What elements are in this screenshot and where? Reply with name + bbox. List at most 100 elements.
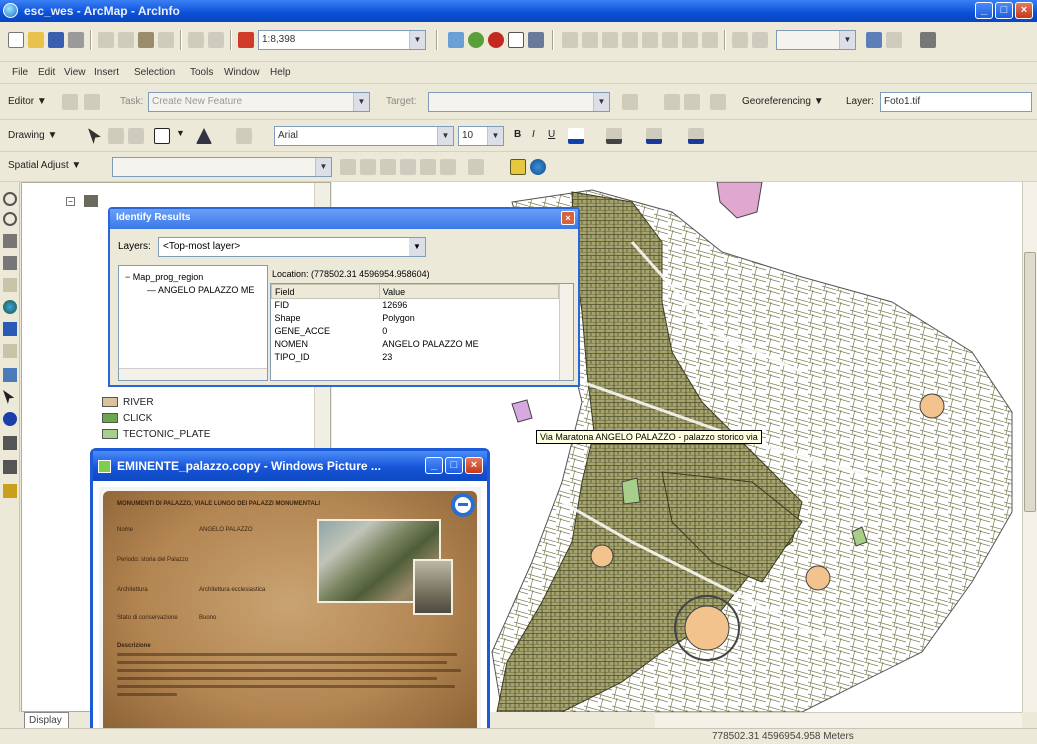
- text-tool-icon[interactable]: [236, 128, 252, 144]
- hyperlink-minimize-button[interactable]: _: [425, 457, 443, 474]
- line-color-icon[interactable]: [646, 128, 662, 144]
- fill-color-icon[interactable]: [606, 128, 622, 144]
- georeferencing-menu[interactable]: Georeferencing ▼: [742, 96, 824, 107]
- next-extent-icon[interactable]: [3, 344, 17, 358]
- undo-icon[interactable]: [188, 32, 204, 48]
- adjust-tool-c-icon[interactable]: [380, 159, 396, 175]
- full-extent-icon[interactable]: [3, 300, 17, 314]
- hyperlink-maximize-button[interactable]: □: [445, 457, 463, 474]
- table-row[interactable]: TIPO_ID 23: [272, 351, 559, 364]
- select-features-icon[interactable]: [3, 368, 17, 382]
- add-data-icon[interactable]: [238, 32, 254, 48]
- arccatalog-icon[interactable]: [488, 32, 504, 48]
- toolbar-tool-g-icon[interactable]: [682, 32, 698, 48]
- adjust-tool-h-icon[interactable]: [510, 159, 526, 175]
- adjust-tool-b-icon[interactable]: [360, 159, 376, 175]
- font-size-combo[interactable]: 10 ▼: [458, 126, 504, 146]
- toolbar-tool-a-icon[interactable]: [562, 32, 578, 48]
- menu-selection[interactable]: Selection: [134, 67, 175, 78]
- copy-icon[interactable]: [118, 32, 134, 48]
- toolbar-tool-j-icon[interactable]: [752, 32, 768, 48]
- identify-layers-combo[interactable]: <Top-most layer> ▼: [158, 237, 426, 257]
- fixed-zoom-out-icon[interactable]: [3, 256, 17, 270]
- find-icon[interactable]: [3, 436, 17, 450]
- menu-view[interactable]: View: [64, 67, 86, 78]
- grid-vertical-scrollbar[interactable]: [559, 284, 573, 380]
- column-header-value[interactable]: Value: [378, 284, 560, 299]
- italic-button[interactable]: I: [532, 129, 535, 140]
- map-scale-combo[interactable]: 1:8,398 ▼: [258, 30, 426, 50]
- close-button[interactable]: ×: [1015, 2, 1033, 19]
- adjust-tool-a-icon[interactable]: [340, 159, 356, 175]
- fixed-zoom-in-icon[interactable]: [3, 234, 17, 248]
- select-elements-tool-icon[interactable]: [3, 390, 15, 404]
- georef-layer-combo[interactable]: Foto1.tif: [880, 92, 1032, 112]
- adjust-tool-f-icon[interactable]: [440, 159, 456, 175]
- select-elements-icon[interactable]: [88, 128, 101, 144]
- hyperlink-icon[interactable]: [3, 484, 17, 498]
- tree-node-layer[interactable]: − Map_prog_region: [125, 272, 203, 282]
- rotate-icon[interactable]: [108, 128, 124, 144]
- font-color-icon[interactable]: [568, 128, 584, 144]
- cut-icon[interactable]: [98, 32, 114, 48]
- whats-this-icon[interactable]: [528, 32, 544, 48]
- hyperlink-close-button[interactable]: ×: [465, 457, 483, 474]
- maximize-button[interactable]: □: [995, 2, 1013, 19]
- adjust-tool-d-icon[interactable]: [400, 159, 416, 175]
- tree-horizontal-scrollbar[interactable]: [119, 368, 267, 380]
- zoom-whole-page-icon[interactable]: [128, 128, 144, 144]
- target-combo[interactable]: ▼: [428, 92, 610, 112]
- identify-close-button[interactable]: ×: [561, 211, 575, 225]
- table-row[interactable]: NOMEN ANGELO PALAZZO ME: [272, 338, 559, 351]
- collapse-toggle[interactable]: −: [66, 197, 75, 206]
- toolbar-tool-m-icon[interactable]: [920, 32, 936, 48]
- menu-edit[interactable]: Edit: [38, 67, 55, 78]
- menu-help[interactable]: Help: [270, 67, 291, 78]
- previous-extent-icon[interactable]: [3, 322, 17, 336]
- tree-node-feature[interactable]: — ANGELO PALAZZO ME: [147, 285, 254, 295]
- open-folder-icon[interactable]: [28, 32, 44, 48]
- toolbar-tool-l-icon[interactable]: [886, 32, 902, 48]
- redo-icon[interactable]: [208, 32, 224, 48]
- editor-toolbar-icon[interactable]: [448, 32, 464, 48]
- column-header-field[interactable]: Field: [271, 284, 380, 299]
- globe-icon[interactable]: [530, 159, 546, 175]
- editor-menu[interactable]: Editor ▼: [8, 96, 47, 107]
- minimize-button[interactable]: _: [975, 2, 993, 19]
- toolbar-tool-i-icon[interactable]: [732, 32, 748, 48]
- adjust-tool-g-icon[interactable]: [468, 159, 484, 175]
- save-icon[interactable]: [48, 32, 64, 48]
- paste-icon[interactable]: [138, 32, 154, 48]
- sketch-tool-icon[interactable]: [84, 94, 100, 110]
- task-combo[interactable]: Create New Feature ▼: [148, 92, 370, 112]
- hyperlink-window-title-bar[interactable]: EMINENTE_palazzo.copy - Windows Picture …: [93, 451, 487, 481]
- toolbar-disabled-combo[interactable]: ▼: [776, 30, 856, 50]
- toolbar-tool-f-icon[interactable]: [662, 32, 678, 48]
- scroll-thumb[interactable]: [1024, 252, 1036, 512]
- toolbar-tool-h-icon[interactable]: [702, 32, 718, 48]
- map-horizontal-scrollbar[interactable]: [655, 712, 1022, 728]
- identify-icon[interactable]: [3, 412, 17, 426]
- measure-icon[interactable]: [3, 460, 17, 474]
- georef-tool-d-icon[interactable]: [710, 94, 726, 110]
- georef-tool-a-icon[interactable]: [622, 94, 638, 110]
- georef-tool-c-icon[interactable]: [684, 94, 700, 110]
- adjust-method-combo[interactable]: ▼: [112, 157, 332, 177]
- toolbar-tool-k-icon[interactable]: [866, 32, 882, 48]
- zoom-out-icon[interactable]: [3, 212, 17, 226]
- toolbar-tool-e-icon[interactable]: [642, 32, 658, 48]
- table-row[interactable]: Shape Polygon: [272, 312, 559, 325]
- edit-tool-icon[interactable]: [62, 94, 78, 110]
- new-document-icon[interactable]: [8, 32, 24, 48]
- menu-window[interactable]: Window: [224, 67, 260, 78]
- identify-dialog-title-bar[interactable]: Identify Results ×: [110, 209, 578, 229]
- toolbar-tool-b-icon[interactable]: [582, 32, 598, 48]
- table-row[interactable]: GENE_ACCE 0: [272, 325, 559, 338]
- menu-tools[interactable]: Tools: [190, 67, 213, 78]
- bold-button[interactable]: B: [514, 129, 521, 140]
- marker-color-icon[interactable]: [688, 128, 704, 144]
- new-text-icon[interactable]: [196, 128, 212, 144]
- underline-button[interactable]: U: [548, 129, 555, 140]
- map-vertical-scrollbar[interactable]: [1022, 182, 1037, 712]
- toolbar-tool-c-icon[interactable]: [602, 32, 618, 48]
